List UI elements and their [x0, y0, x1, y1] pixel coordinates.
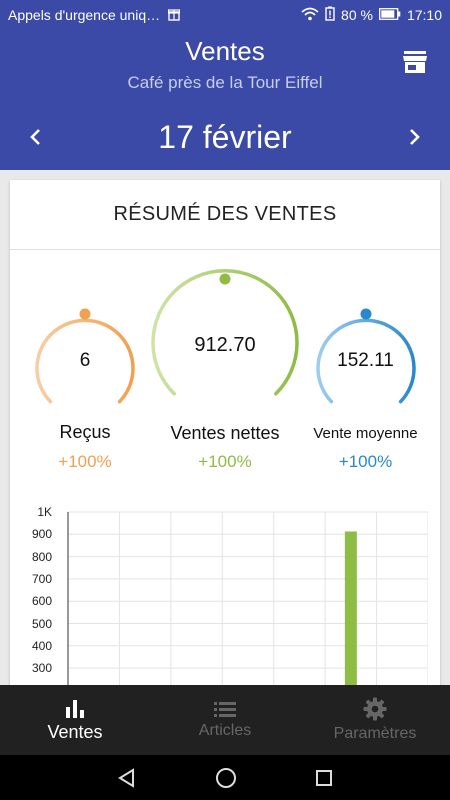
sales-bar[interactable]	[344, 531, 357, 700]
y-tick-label: 500	[31, 616, 52, 631]
bottom-navigation: Ventes Articles Paramètres	[0, 685, 450, 755]
nav-articles-label: Articles	[198, 722, 252, 739]
y-tick-label: 600	[31, 594, 52, 609]
nav-sales-label: Ventes	[47, 721, 103, 742]
recents-icon[interactable]	[315, 769, 333, 787]
battery-percent: 80 %	[341, 7, 373, 23]
net-sales-gauge[interactable]: 912.70 Ventes nettes +100%	[150, 268, 300, 482]
y-tick-label: 400	[31, 638, 52, 653]
battery-icon	[379, 7, 401, 23]
page-title: Ventes	[185, 36, 265, 66]
net-sales-value: 912.70	[194, 334, 256, 356]
receipts-gauge[interactable]: 6 Reçus +100%	[25, 302, 145, 482]
y-tick-label: 800	[31, 549, 52, 564]
receipts-label: Reçus	[59, 422, 111, 442]
list-icon	[214, 702, 236, 717]
app-header: Ventes Café près de la Tour Eiffel 17 fé…	[0, 30, 450, 170]
receipts-change: +100%	[58, 452, 112, 471]
gift-icon	[168, 7, 181, 24]
average-sale-value: 152.11	[337, 350, 394, 371]
y-tick-label: 300	[31, 661, 52, 676]
summary-title: RÉSUMÉ DES VENTES	[10, 180, 440, 250]
chevron-right-icon[interactable]	[400, 121, 430, 153]
home-icon[interactable]	[215, 767, 237, 789]
clock: 17:10	[406, 7, 442, 23]
battery-alert-icon	[325, 6, 335, 24]
average-sale-gauge[interactable]: 152.11 Vente moyenne +100%	[303, 302, 428, 482]
chart-canvas	[67, 511, 429, 700]
sales-summary-card: RÉSUMÉ DES VENTES 6 Reçus +100% 912.70 V…	[10, 180, 440, 700]
nav-sales[interactable]: Ventes	[0, 685, 150, 755]
sales-bar-chart: 1K 900 800 700 600 500 400 300	[28, 505, 429, 700]
wifi-icon	[301, 7, 319, 24]
system-navigation-bar	[0, 755, 450, 800]
receipts-value: 6	[79, 350, 91, 371]
notification-text: Appels d'urgence uniq…	[8, 7, 161, 23]
status-bar: Appels d'urgence uniq… 80 % 17:10	[0, 0, 450, 30]
back-icon[interactable]	[117, 767, 137, 788]
average-sale-label: Vente moyenne	[313, 425, 418, 442]
gear-icon	[363, 697, 387, 721]
y-tick-label: 700	[31, 571, 52, 586]
store-name: Café près de la Tour Eiffel	[127, 73, 323, 92]
date-selector: 17 février	[0, 115, 450, 161]
average-sale-change: +100%	[338, 452, 393, 471]
net-sales-change: +100%	[198, 452, 252, 471]
selected-date[interactable]: 17 février	[0, 119, 450, 156]
net-sales-label: Ventes nettes	[170, 423, 280, 443]
nav-settings-label: Paramètres	[333, 725, 417, 742]
y-tick-label: 900	[31, 527, 52, 542]
store-icon[interactable]	[402, 50, 428, 74]
nav-settings[interactable]: Paramètres	[300, 685, 450, 755]
nav-articles[interactable]: Articles	[150, 685, 300, 755]
y-tick-label: 1K	[37, 505, 52, 519]
bar-chart-icon	[66, 699, 84, 718]
